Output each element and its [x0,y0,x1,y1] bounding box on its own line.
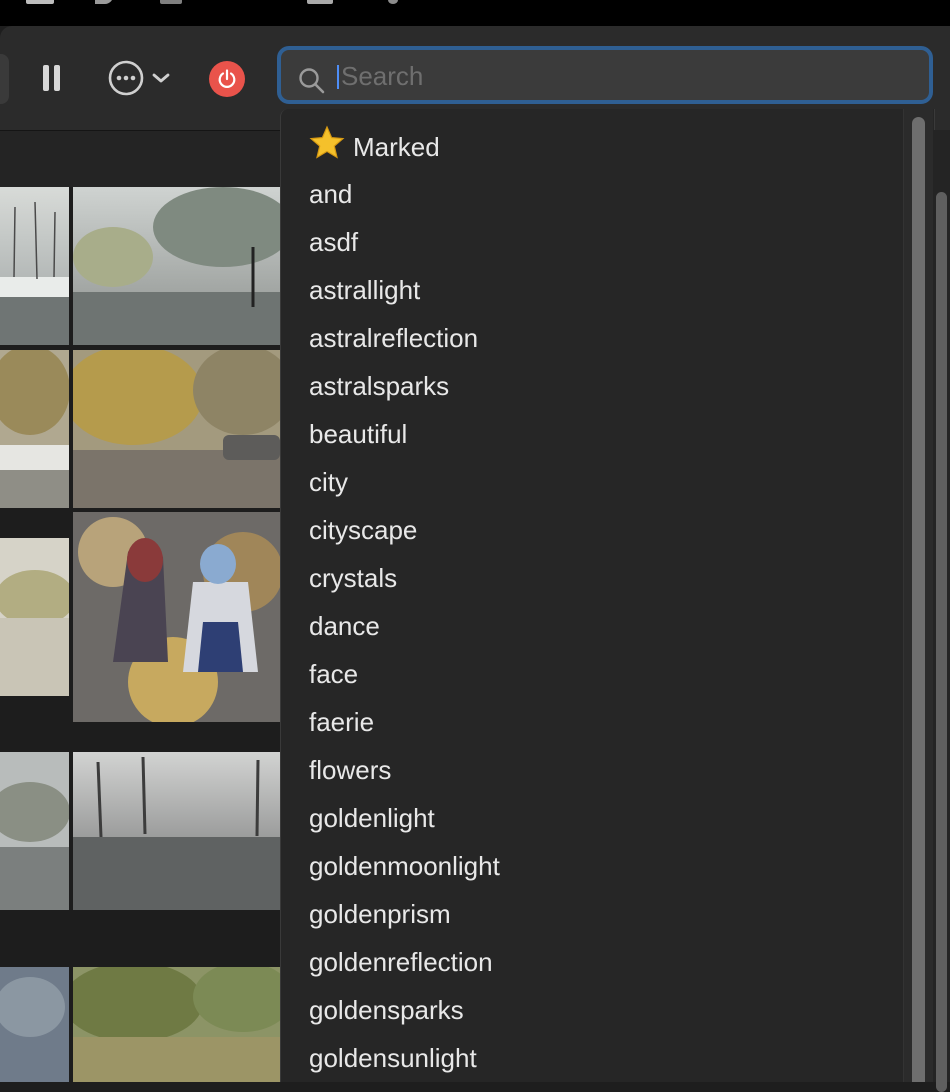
search-input[interactable] [341,59,901,93]
tag-item-marked[interactable]: Marked [309,125,889,173]
tag-item-label: beautiful [309,419,408,449]
image-thumbnail[interactable] [73,187,280,345]
search-field[interactable] [277,46,933,104]
scrollbar-thumb[interactable] [912,117,925,1082]
gallery-header [0,131,280,187]
tag-item[interactable]: cityscape [309,509,889,557]
tag-item[interactable]: beautiful [309,413,889,461]
image-thumbnail[interactable] [73,752,280,910]
tag-item[interactable]: city [309,461,889,509]
tag-item-label: cityscape [309,515,418,545]
system-menu-bar [0,0,950,26]
menu-bar-icon[interactable] [26,0,54,4]
tag-item[interactable]: crystals [309,557,889,605]
tag-item[interactable]: and [309,173,889,221]
star-icon [309,125,345,159]
tag-item[interactable]: flowers [309,749,889,797]
tag-item[interactable]: goldenlight [309,797,889,845]
power-icon [218,69,236,88]
tag-item-label: dance [309,611,380,641]
tag-item-label: goldenreflection [309,947,493,977]
image-thumbnail[interactable] [0,752,69,910]
image-thumbnail[interactable] [73,512,280,722]
tag-item-label: face [309,659,359,689]
tag-item-label: astrallight [309,275,421,305]
tag-item[interactable]: astralreflection [309,317,889,365]
menu-bar-icon[interactable] [388,0,398,4]
tag-item-label: Marked [353,132,440,162]
main-scrollbar[interactable] [933,130,950,1092]
toolbar-segment[interactable] [0,54,9,104]
dropdown-scrollbar[interactable] [903,109,933,1082]
image-gallery [0,187,280,1082]
tag-item-label: goldenmoonlight [309,851,500,881]
tag-item-label: city [309,467,348,497]
tag-item[interactable]: astralsparks [309,365,889,413]
tag-item-label: asdf [309,227,359,257]
tag-item[interactable]: astrallight [309,269,889,317]
tag-item[interactable]: face [309,653,889,701]
image-thumbnail[interactable] [73,350,280,508]
more-options-icon [108,60,144,96]
tag-item-label: goldenlight [309,803,435,833]
menu-bar-icon[interactable] [307,0,333,4]
pause-icon [42,65,49,91]
tag-item[interactable]: goldenprism [309,893,889,941]
more-options-button[interactable] [106,58,182,98]
tag-list: Marked and asdf astrallight astralreflec… [309,125,889,1082]
power-button[interactable] [209,61,245,97]
tag-item-label: goldensunlight [309,1043,477,1073]
tag-item-label: goldenprism [309,899,451,929]
tag-item[interactable]: goldensparks [309,989,889,1037]
image-thumbnail[interactable] [0,350,69,508]
text-cursor [337,65,339,89]
scrollbar-thumb[interactable] [936,192,947,1092]
menu-bar-icon[interactable] [95,0,113,4]
image-thumbnail[interactable] [0,187,69,345]
tag-dropdown: Marked and asdf astrallight astralreflec… [280,109,935,1082]
image-thumbnail[interactable] [73,967,280,1082]
tag-item[interactable]: asdf [309,221,889,269]
chevron-down-icon [152,73,170,83]
tag-item-label: faerie [309,707,375,737]
image-thumbnail[interactable] [0,967,69,1082]
menu-bar-icon[interactable] [160,0,182,4]
tag-item[interactable]: goldenreflection [309,941,889,989]
tag-item[interactable]: dance [309,605,889,653]
tag-item-label: goldensparks [309,995,464,1025]
tag-item[interactable]: goldenmoonlight [309,845,889,893]
tag-item-label: astralsparks [309,371,450,401]
tag-item[interactable]: goldensunlight [309,1037,889,1082]
tag-item-label: flowers [309,755,392,785]
tag-item-label: crystals [309,563,398,593]
tag-item-label: astralreflection [309,323,479,353]
search-icon [299,68,325,94]
image-thumbnail[interactable] [0,538,69,696]
pause-button[interactable] [32,56,70,100]
tag-item[interactable]: faerie [309,701,889,749]
tag-item-label: and [309,179,353,209]
